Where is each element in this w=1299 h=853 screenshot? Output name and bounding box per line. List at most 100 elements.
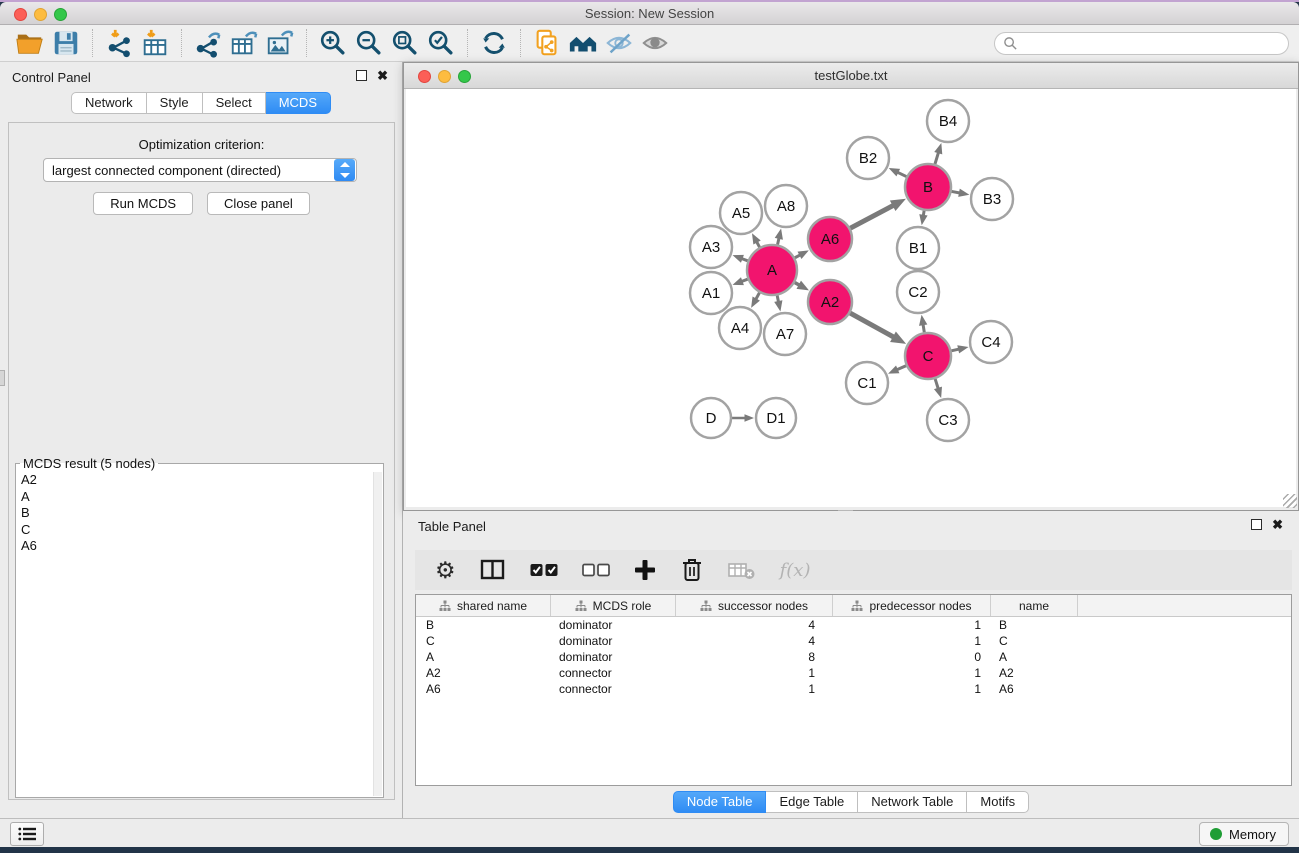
cell-shared-name[interactable]: C <box>416 634 551 648</box>
zoom-in-button[interactable] <box>315 27 351 59</box>
network-graph[interactable]: B4B2BB3A5A8A6B1A3AA1C2A2A4A7C4CC1C3DD1 <box>406 89 1298 507</box>
cell-name[interactable]: C <box>991 634 1078 648</box>
cell-successor-nodes[interactable]: 4 <box>676 634 833 648</box>
cell-mcds-role[interactable]: dominator <box>551 650 676 664</box>
close-panel-icon[interactable]: ✖ <box>377 70 388 81</box>
zoom-out-icon <box>354 28 384 58</box>
import-network-button[interactable] <box>101 27 137 59</box>
hide-graphics-details-button[interactable] <box>601 27 637 59</box>
graph-node-label: D <box>706 410 717 427</box>
tab-network-table[interactable]: Network Table <box>858 791 967 813</box>
cell-name[interactable]: A6 <box>991 682 1078 696</box>
show-graphics-details-button[interactable] <box>637 27 673 59</box>
table-settings-gear-icon[interactable]: ⚙ <box>435 559 456 582</box>
table-toolbar: ⚙ <box>415 550 1292 590</box>
cell-shared-name[interactable]: A <box>416 650 551 664</box>
mcds-result-item[interactable]: B <box>21 505 383 522</box>
search-field[interactable] <box>994 32 1289 55</box>
table-row[interactable]: A2 connector 1 1 A2 <box>416 665 1291 681</box>
mcds-result-item[interactable]: A2 <box>21 472 383 489</box>
cell-successor-nodes[interactable]: 1 <box>676 682 833 696</box>
export-image-button[interactable] <box>262 27 298 59</box>
zoom-out-button[interactable] <box>351 27 387 59</box>
tab-motifs[interactable]: Motifs <box>967 791 1029 813</box>
export-network-button[interactable] <box>190 27 226 59</box>
tab-style[interactable]: Style <box>147 92 203 114</box>
zoom-fit-button[interactable] <box>387 27 423 59</box>
select-all-columns-icon[interactable] <box>530 563 558 577</box>
resize-grip-icon[interactable] <box>1283 494 1297 508</box>
mcds-result-item[interactable]: A <box>21 489 383 506</box>
table-row[interactable]: C dominator 4 1 C <box>416 633 1291 649</box>
cell-predecessor-nodes[interactable]: 1 <box>833 618 991 632</box>
cell-mcds-role[interactable]: connector <box>551 682 676 696</box>
save-session-button[interactable] <box>48 27 84 59</box>
close-panel-button[interactable]: Close panel <box>207 192 310 215</box>
cell-name[interactable]: A <box>991 650 1078 664</box>
cell-shared-name[interactable]: B <box>416 618 551 632</box>
status-bar: Memory <box>0 818 1299 847</box>
network-canvas[interactable]: B4B2BB3A5A8A6B1A3AA1C2A2A4A7C4CC1C3DD1 <box>406 89 1296 507</box>
cell-mcds-role[interactable]: dominator <box>551 618 676 632</box>
criterion-value: largest connected component (directed) <box>44 163 334 178</box>
mcds-result-title: MCDS result (5 nodes) <box>20 456 158 471</box>
cell-mcds-role[interactable]: dominator <box>551 634 676 648</box>
node-table[interactable]: shared name MCDS role successor nodes pr… <box>415 594 1292 786</box>
column-header-shared-name[interactable]: shared name <box>416 595 551 616</box>
cell-name[interactable]: A2 <box>991 666 1078 680</box>
export-table-button[interactable] <box>226 27 262 59</box>
cell-successor-nodes[interactable]: 8 <box>676 650 833 664</box>
open-session-button[interactable] <box>12 27 48 59</box>
add-column-icon[interactable] <box>634 559 656 581</box>
criterion-dropdown[interactable]: largest connected component (directed) <box>43 158 357 182</box>
tab-network[interactable]: Network <box>71 92 147 114</box>
run-mcds-button[interactable]: Run MCDS <box>93 192 193 215</box>
import-table-button[interactable] <box>137 27 173 59</box>
column-header-name[interactable]: name <box>991 595 1078 616</box>
show-column-icon[interactable] <box>480 558 506 582</box>
cell-predecessor-nodes[interactable]: 1 <box>833 666 991 680</box>
cell-shared-name[interactable]: A6 <box>416 682 551 696</box>
table-row[interactable]: A dominator 8 0 A <box>416 649 1291 665</box>
new-network-from-selection-button[interactable] <box>529 27 565 59</box>
apply-layout-button[interactable] <box>476 27 512 59</box>
cell-predecessor-nodes[interactable]: 1 <box>833 634 991 648</box>
delete-column-trash-icon[interactable] <box>680 557 704 583</box>
table-row[interactable]: B dominator 4 1 B <box>416 617 1291 633</box>
float-table-panel-icon[interactable] <box>1251 519 1262 530</box>
tab-select[interactable]: Select <box>203 92 266 114</box>
memory-button[interactable]: Memory <box>1199 822 1289 846</box>
mcds-result-item[interactable]: C <box>21 522 383 539</box>
search-input[interactable] <box>1018 33 1288 54</box>
tab-edge-table[interactable]: Edge Table <box>766 791 858 813</box>
cell-predecessor-nodes[interactable]: 0 <box>833 650 991 664</box>
tab-mcds[interactable]: MCDS <box>266 92 331 114</box>
unselect-all-columns-icon[interactable] <box>582 563 610 577</box>
hierarchy-icon <box>439 600 451 612</box>
close-table-panel-icon[interactable]: ✖ <box>1272 519 1283 530</box>
graph-node-label: C2 <box>908 284 927 301</box>
column-header-predecessor-nodes[interactable]: predecessor nodes <box>833 595 991 616</box>
cell-successor-nodes[interactable]: 4 <box>676 618 833 632</box>
memory-status-icon <box>1210 828 1222 840</box>
tab-node-table[interactable]: Node Table <box>673 791 767 813</box>
session-title: Session: New Session <box>0 6 1299 21</box>
cell-successor-nodes[interactable]: 1 <box>676 666 833 680</box>
delete-table-icon[interactable] <box>728 560 756 580</box>
function-builder-icon[interactable]: f(x) <box>780 560 811 581</box>
table-row[interactable]: A6 connector 1 1 A6 <box>416 681 1291 697</box>
cell-shared-name[interactable]: A2 <box>416 666 551 680</box>
zoom-selected-button[interactable] <box>423 27 459 59</box>
mcds-result-item[interactable]: A6 <box>21 538 383 555</box>
column-header-successor-nodes[interactable]: successor nodes <box>676 595 833 616</box>
cell-name[interactable]: B <box>991 618 1078 632</box>
cell-predecessor-nodes[interactable]: 1 <box>833 682 991 696</box>
float-panel-icon[interactable] <box>356 70 367 81</box>
mcds-list-scrollbar[interactable] <box>373 472 382 796</box>
first-neighbors-button[interactable] <box>565 27 601 59</box>
splitter-handle-left[interactable] <box>0 370 5 386</box>
task-history-button[interactable] <box>10 822 44 846</box>
mcds-result-list[interactable]: A2 A B C A6 <box>16 471 383 555</box>
cell-mcds-role[interactable]: connector <box>551 666 676 680</box>
column-header-mcds-role[interactable]: MCDS role <box>551 595 676 616</box>
